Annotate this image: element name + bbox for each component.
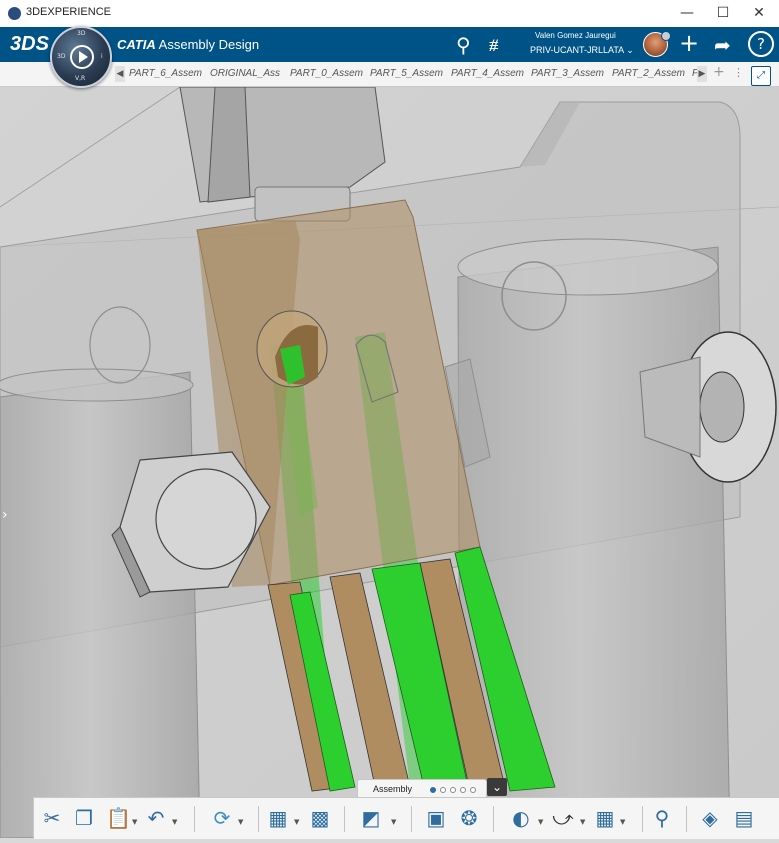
engineering-connection-icon[interactable]: ◩	[359, 806, 383, 830]
more-vertical-icon[interactable]: ⋮	[733, 66, 744, 79]
undo-dropdown-icon[interactable]: ▼	[172, 818, 177, 826]
3ds-logo-icon[interactable]: 3DS	[10, 33, 49, 56]
help-icon[interactable]: ?	[748, 31, 774, 57]
notification-badge	[661, 31, 671, 41]
connection-dropdown-icon[interactable]: ▼	[391, 818, 396, 826]
tab-part-4[interactable]: PART_4_Assem	[451, 68, 525, 79]
bolt-washer	[155, 468, 257, 570]
app-name: Assembly Design	[158, 37, 260, 52]
toolbar-separator	[411, 806, 412, 832]
washer-hole	[699, 371, 745, 443]
toolbar-separator	[493, 806, 494, 832]
tenant-name: PRIV-UCANT-JRLLATA	[530, 45, 624, 55]
action-bar: ✂ ❐ 📋 ▼ ↶ ▼ ⟳ ▼ ▦ ▼ ▩ ◩ ▼ ▣ ❂ ◐ ▼ ⤻ ▼ ▦ …	[33, 797, 779, 839]
share-icon[interactable]: ➦	[714, 33, 731, 57]
toolbar-separator	[258, 806, 259, 832]
toolbar-separator	[642, 806, 643, 832]
fullscreen-icon[interactable]: ⤢	[751, 66, 771, 86]
left-cylinder[interactable]	[0, 371, 201, 839]
section-label: Assembly	[373, 784, 413, 794]
app-title: CATIA Assembly Design	[117, 37, 259, 52]
compass-bottom-quadrant[interactable]: V,R	[75, 75, 85, 82]
update-icon[interactable]: ⟳	[210, 806, 234, 830]
toolbar-separator	[344, 806, 345, 832]
brand-name: CATIA	[117, 37, 156, 52]
expand-panel-icon[interactable]: ›	[2, 507, 8, 523]
compass-right-quadrant[interactable]: i	[101, 53, 103, 60]
section-page-indicator[interactable]	[430, 787, 436, 793]
copy-icon[interactable]: ❐	[72, 806, 96, 830]
paste-icon[interactable]: 📋	[106, 806, 131, 830]
replace-component-icon[interactable]: ▩	[308, 806, 332, 830]
user-name[interactable]: Valen Gomez Jauregui	[535, 31, 616, 40]
window-title: 3DEXPERIENCE	[26, 6, 111, 18]
action-bar-section-tab[interactable]: Assembly	[357, 779, 487, 798]
section-page-indicator[interactable]	[470, 787, 476, 793]
section-page-indicator[interactable]	[450, 787, 456, 793]
section-page-indicator[interactable]	[460, 787, 466, 793]
search-icon[interactable]: ⚲	[456, 33, 471, 57]
tab-part-5[interactable]: PART_5_Assem	[370, 68, 444, 79]
compass-top-quadrant[interactable]: 3D	[77, 30, 85, 37]
display-mode-icon[interactable]: ◐	[509, 806, 533, 830]
add-icon[interactable]: +	[679, 29, 699, 57]
section-page-indicator[interactable]	[440, 787, 446, 793]
tab-part-3[interactable]: PART_3_Assem	[531, 68, 605, 79]
tab-part-6[interactable]: PART_6_Assem	[129, 68, 203, 79]
3d-viewport[interactable]: ›	[0, 86, 779, 839]
inspect-icon[interactable]: ⚲	[650, 806, 674, 830]
insert-product-icon[interactable]: ▦	[266, 806, 290, 830]
document-tab-bar: ◀ PART_6_Assem ORIGINAL_Ass PART_0_Assem…	[0, 62, 779, 87]
assembly-3d-render[interactable]	[0, 86, 779, 839]
top-bar: 3DS CATIA Assembly Design ⚲ ⧥ Valen Gome…	[0, 27, 779, 62]
undo-icon[interactable]: ↶	[144, 806, 168, 830]
3dexperience-app-icon	[8, 7, 21, 20]
update-dropdown-icon[interactable]: ▼	[238, 818, 243, 826]
display-dropdown-icon[interactable]: ▼	[538, 818, 543, 826]
compass-left-quadrant[interactable]: 3D	[57, 53, 65, 60]
window-title-bar: 3DEXPERIENCE — ☐ ✕	[0, 0, 779, 28]
tag-icon[interactable]: ⧥	[489, 35, 499, 55]
left-cylinder-top	[0, 368, 194, 402]
chevron-down-icon: ⌄	[626, 45, 634, 55]
right-cylinder[interactable]	[457, 246, 731, 839]
tenant-selector[interactable]: PRIV-UCANT-JRLLATA ⌄	[530, 45, 634, 56]
fix-icon[interactable]: ▣	[424, 806, 448, 830]
collapse-action-bar-icon[interactable]: ⌄	[487, 778, 507, 796]
measure-icon[interactable]: ▦	[593, 806, 617, 830]
tab-part-0[interactable]: PART_0_Assem	[290, 68, 364, 79]
clash-analysis-icon[interactable]: ◈	[698, 806, 722, 830]
toolbar-separator	[686, 806, 687, 832]
tab-original[interactable]: ORIGINAL_Ass	[210, 68, 282, 79]
measure-dropdown-icon[interactable]: ▼	[620, 818, 625, 826]
play-icon[interactable]	[70, 45, 94, 69]
right-cylinder-top	[457, 238, 719, 296]
cut-icon[interactable]: ✂	[40, 806, 64, 830]
axis-dropdown-icon[interactable]: ▼	[580, 818, 585, 826]
new-tab-icon[interactable]: +	[713, 64, 725, 80]
insert-dropdown-icon[interactable]: ▼	[294, 818, 299, 826]
compass-widget[interactable]: 3D 3D i V,R	[50, 26, 112, 88]
axis-system-icon[interactable]: ⤻	[551, 806, 575, 830]
toolbar-separator	[194, 806, 195, 832]
explode-icon[interactable]: ❂	[457, 806, 481, 830]
section-analysis-icon[interactable]: ▤	[732, 806, 756, 830]
top-bolt-facet	[207, 86, 251, 203]
paste-dropdown-icon[interactable]: ▼	[132, 818, 137, 826]
scroll-tabs-right-icon[interactable]: ▶	[697, 66, 707, 82]
tab-part-2[interactable]: PART_2_Assem	[612, 68, 686, 79]
close-button[interactable]: ✕	[736, 0, 779, 27]
scroll-tabs-left-icon[interactable]: ◀	[115, 66, 125, 82]
